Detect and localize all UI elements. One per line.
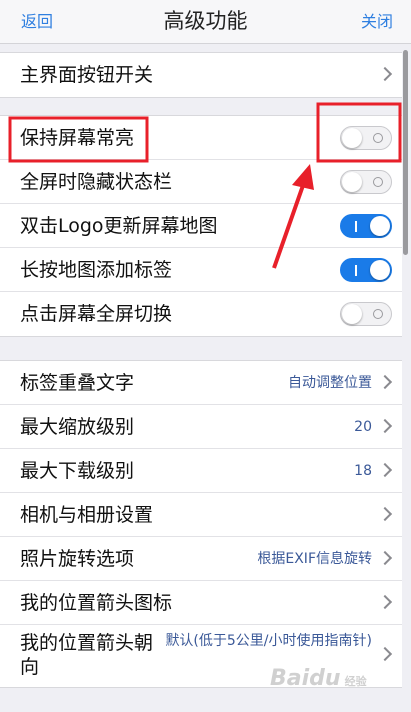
toggle-knob — [370, 216, 390, 236]
watermark-text: Baidu — [270, 666, 341, 691]
row-max-zoom-level[interactable]: 最大缩放级别 20 — [0, 405, 402, 449]
row-label: 照片旋转选项 — [20, 548, 135, 570]
row-label: 相机与相册设置 — [20, 504, 154, 526]
row-hide-status-bar: 全屏时隐藏状态栏 — [0, 160, 402, 204]
row-double-tap-logo: 双击Logo更新屏幕地图 — [0, 204, 402, 248]
row-label-overlap-text[interactable]: 标签重叠文字 自动调整位置 — [0, 361, 402, 405]
row-label: 标签重叠文字 — [20, 372, 135, 394]
toggle-knob — [370, 260, 390, 280]
row-label: 我的位置箭头图标 — [20, 592, 173, 614]
watermark-subtext: 经验 — [344, 675, 367, 688]
chevron-right-icon — [377, 462, 393, 478]
chevron-right-icon — [377, 374, 393, 390]
row-label: 保持屏幕常亮 — [20, 127, 135, 149]
chevron-right-icon — [377, 594, 393, 610]
hide-status-bar-toggle[interactable] — [340, 170, 392, 194]
page-title: 高级功能 — [163, 9, 248, 33]
scrollbar[interactable] — [403, 50, 408, 255]
row-label: 最大缩放级别 — [20, 416, 135, 438]
row-long-press-add-label: 长按地图添加标签 — [0, 248, 402, 292]
settings-group-toggles: 保持屏幕常亮 全屏时隐藏状态栏 双击Logo更新屏幕地图 长按地图添加标签 点击… — [0, 115, 402, 337]
row-value: 默认(低于5公里/小时使用指南针) — [165, 633, 372, 649]
close-button[interactable]: 关闭 — [361, 11, 393, 33]
toggle-on-mark-icon — [355, 265, 357, 276]
row-value: 自动调整位置 — [288, 375, 372, 391]
row-value: 20 — [354, 419, 372, 435]
tap-fullscreen-toggle[interactable] — [340, 302, 392, 326]
toggle-on-mark-icon — [355, 221, 357, 232]
toggle-knob — [342, 128, 362, 148]
double-tap-logo-toggle[interactable] — [340, 214, 392, 238]
keep-screen-on-toggle[interactable] — [340, 126, 392, 150]
row-value: 根据EXIF信息旋转 — [257, 551, 372, 567]
row-max-download-level[interactable]: 最大下载级别 18 — [0, 449, 402, 493]
row-camera-album-settings[interactable]: 相机与相册设置 — [0, 493, 402, 537]
chevron-right-icon — [377, 418, 393, 434]
settings-group-main: 主界面按钮开关 — [0, 52, 402, 98]
chevron-right-icon — [377, 646, 393, 662]
toggle-off-mark-icon — [373, 309, 383, 319]
toggle-knob — [342, 172, 362, 192]
row-tap-fullscreen: 点击屏幕全屏切换 — [0, 292, 402, 336]
chevron-right-icon — [377, 66, 393, 82]
row-label: 我的位置箭头朝向 — [20, 632, 154, 678]
settings-group-options: 标签重叠文字 自动调整位置 最大缩放级别 20 最大下载级别 18 相机与相册设… — [0, 360, 402, 688]
row-value: 18 — [354, 463, 372, 479]
row-label: 双击Logo更新屏幕地图 — [20, 215, 218, 237]
row-label: 点击屏幕全屏切换 — [20, 303, 173, 325]
navigation-bar: 返回 高级功能 关闭 — [0, 0, 411, 44]
row-main-buttons-switch[interactable]: 主界面按钮开关 — [0, 53, 402, 97]
baidu-watermark: Baidu 经验 — [270, 666, 367, 691]
chevron-right-icon — [377, 506, 393, 522]
row-keep-screen-on: 保持屏幕常亮 — [0, 116, 402, 160]
row-label: 全屏时隐藏状态栏 — [20, 171, 173, 193]
row-photo-rotation[interactable]: 照片旋转选项 根据EXIF信息旋转 — [0, 537, 402, 581]
toggle-knob — [342, 304, 362, 324]
toggle-off-mark-icon — [373, 177, 383, 187]
row-label: 最大下载级别 — [20, 460, 135, 482]
row-label: 主界面按钮开关 — [20, 64, 154, 86]
row-label: 长按地图添加标签 — [20, 259, 173, 281]
long-press-add-label-toggle[interactable] — [340, 258, 392, 282]
row-location-arrow-icon[interactable]: 我的位置箭头图标 — [0, 581, 402, 625]
chevron-right-icon — [377, 550, 393, 566]
toggle-off-mark-icon — [373, 133, 383, 143]
